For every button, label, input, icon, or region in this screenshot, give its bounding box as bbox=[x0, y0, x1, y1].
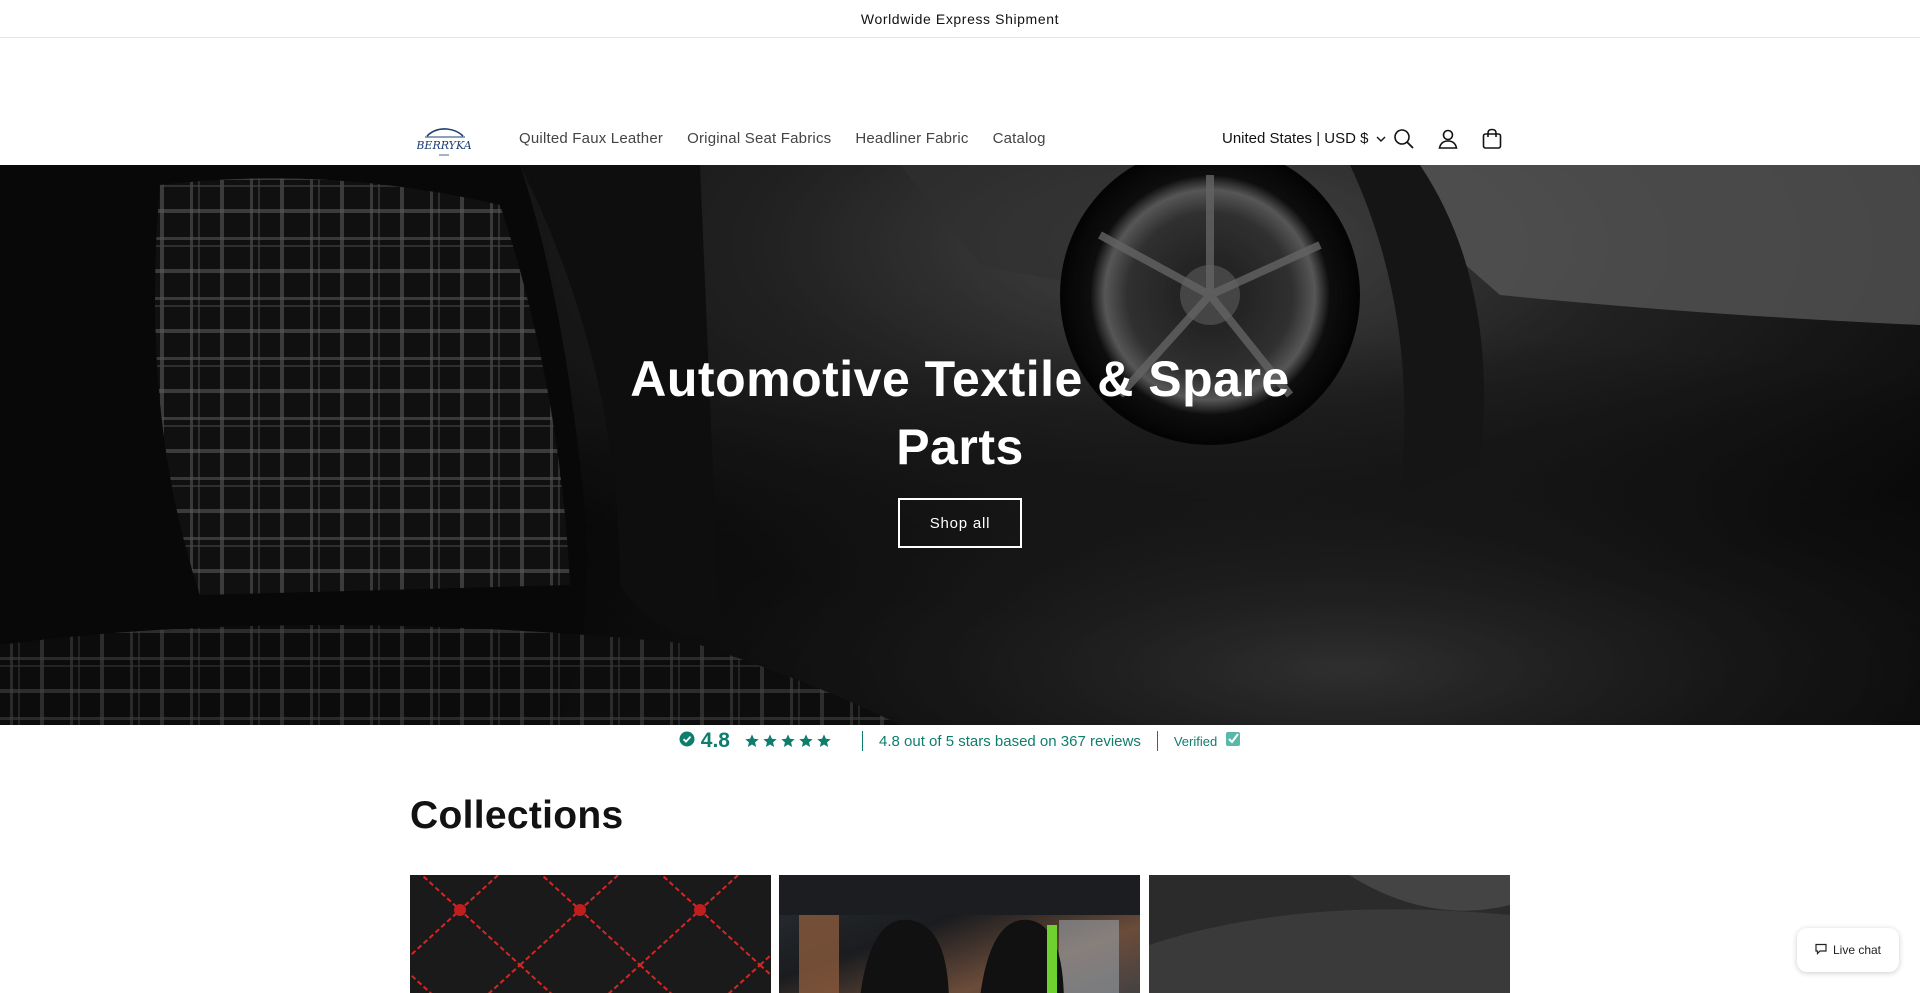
live-chat-button[interactable]: Live chat bbox=[1797, 928, 1899, 972]
hero-title-line1: Automotive Textile & Spare bbox=[630, 351, 1290, 407]
review-summary: 4.8 out of 5 stars based on 367 reviews bbox=[879, 732, 1141, 750]
nav-quilted-faux-leather[interactable]: Quilted Faux Leather bbox=[519, 130, 663, 147]
announcement-text: Worldwide Express Shipment bbox=[860, 10, 1060, 27]
nav-catalog[interactable]: Catalog bbox=[993, 130, 1046, 147]
site-header: BERRYKA Quilted Faux Leather Original Se… bbox=[0, 38, 1920, 165]
star-icon bbox=[763, 734, 777, 747]
main-nav: Quilted Faux Leather Original Seat Fabri… bbox=[519, 130, 1070, 147]
collection-card-quilted[interactable] bbox=[410, 875, 771, 993]
collections-heading: Collections bbox=[410, 794, 624, 837]
collection-image bbox=[410, 875, 771, 993]
nav-original-seat-fabrics[interactable]: Original Seat Fabrics bbox=[687, 130, 831, 147]
star-icon bbox=[799, 734, 813, 747]
check-circle-icon bbox=[679, 731, 695, 752]
logo[interactable]: BERRYKA bbox=[415, 122, 472, 162]
account-icon[interactable] bbox=[1436, 127, 1460, 151]
announcement-bar: Worldwide Express Shipment bbox=[0, 0, 1920, 38]
star-icon bbox=[745, 734, 759, 747]
star-icon bbox=[817, 734, 831, 747]
search-icon[interactable] bbox=[1392, 127, 1416, 151]
hero-title: Automotive Textile & Spare Parts bbox=[0, 345, 1920, 481]
collection-card-headliner[interactable] bbox=[1149, 875, 1510, 993]
nav-headliner-fabric[interactable]: Headliner Fabric bbox=[855, 130, 968, 147]
logo-text: BERRYKA bbox=[417, 139, 471, 152]
divider bbox=[862, 731, 863, 751]
review-score: 4.8 bbox=[700, 729, 730, 752]
star-rating bbox=[744, 733, 832, 749]
collection-image bbox=[779, 875, 1140, 993]
live-chat-label: Live chat bbox=[1832, 943, 1882, 957]
verified-badge-icon bbox=[1225, 731, 1241, 752]
cart-icon[interactable] bbox=[1480, 127, 1504, 151]
chevron-down-icon bbox=[1376, 130, 1386, 147]
hero-title-line2: Parts bbox=[896, 419, 1024, 475]
shop-all-button[interactable]: Shop all bbox=[898, 498, 1022, 548]
collection-card-seat-fabrics[interactable] bbox=[779, 875, 1140, 993]
locale-label: United States | USD $ bbox=[1222, 130, 1369, 147]
chat-bubble-icon bbox=[1815, 943, 1827, 958]
hero-banner: Automotive Textile & Spare Parts Shop al… bbox=[0, 165, 1920, 725]
star-icon bbox=[781, 734, 795, 747]
collection-image bbox=[1149, 875, 1510, 993]
divider bbox=[1156, 731, 1158, 751]
reviews-widget[interactable]: 4.8 4.8 out of 5 stars based on 367 revi… bbox=[0, 728, 1920, 754]
verified-label: Verified bbox=[1173, 733, 1218, 749]
locale-selector[interactable]: United States | USD $ bbox=[1222, 130, 1386, 147]
